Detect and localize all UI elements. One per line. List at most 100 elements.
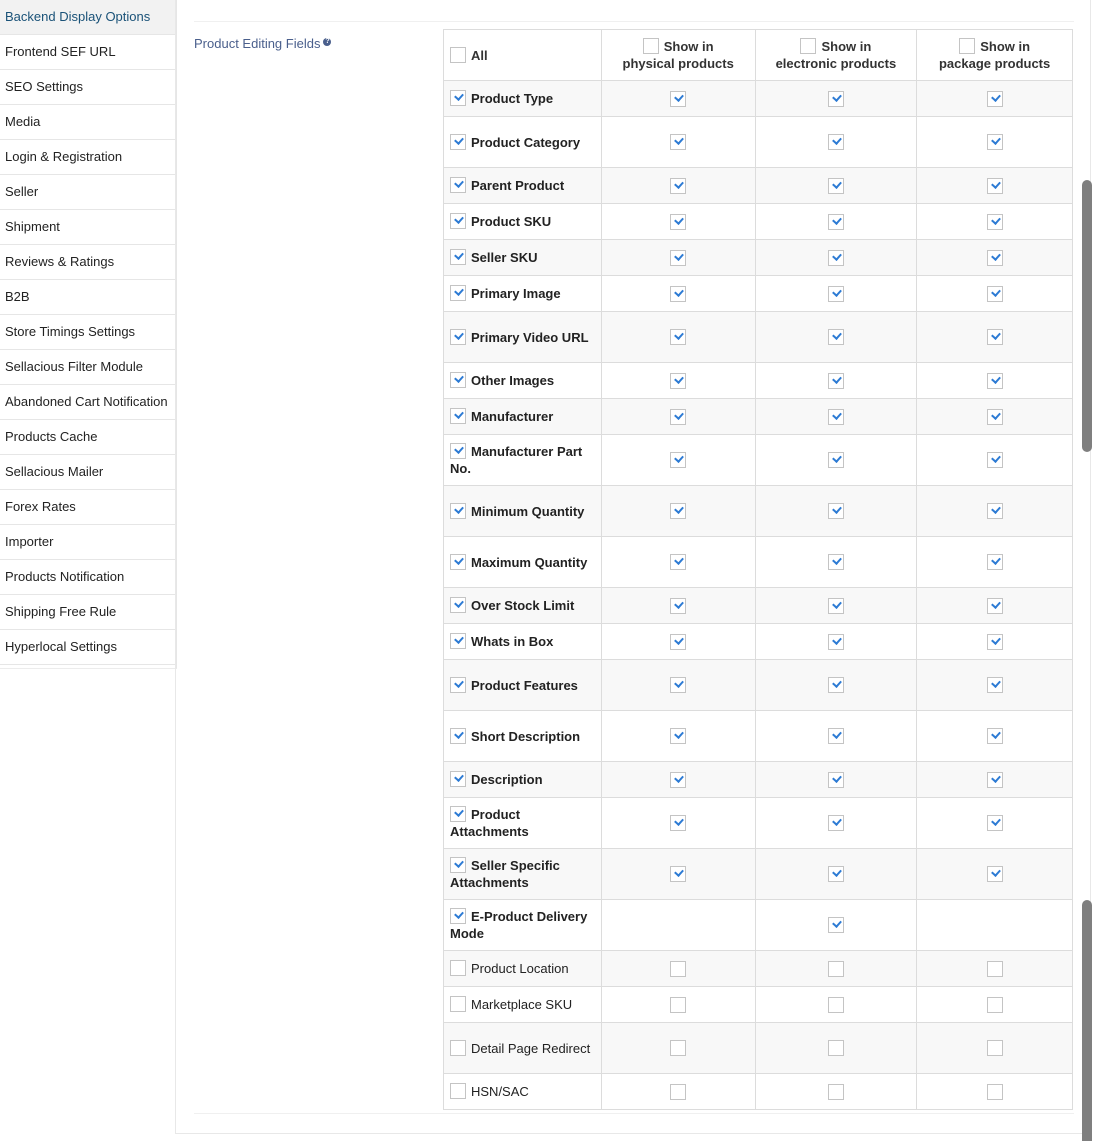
physical-checkbox[interactable] xyxy=(670,452,687,468)
physical-checkbox[interactable] xyxy=(670,213,687,230)
physical-checkbox[interactable] xyxy=(670,372,687,389)
sidebar-item[interactable]: Shipment xyxy=(0,210,177,245)
field-enable-checkbox[interactable] xyxy=(450,1083,466,1099)
field-enable-checkbox[interactable] xyxy=(450,771,466,787)
package-all-checkbox[interactable] xyxy=(959,38,976,54)
field-enable-checkbox[interactable] xyxy=(450,1039,466,1056)
sidebar-item[interactable]: Reviews & Ratings xyxy=(0,245,177,280)
electronic-checkbox[interactable] xyxy=(827,866,844,882)
physical-checkbox[interactable] xyxy=(670,503,687,519)
field-enable-checkbox[interactable] xyxy=(450,285,466,301)
sidebar-item[interactable]: Forex Rates xyxy=(0,490,177,525)
electronic-checkbox[interactable] xyxy=(827,960,844,977)
select-all-checkbox[interactable] xyxy=(450,46,466,63)
physical-checkbox[interactable] xyxy=(670,285,687,302)
package-checkbox[interactable] xyxy=(986,1040,1003,1056)
package-checkbox[interactable] xyxy=(986,408,1003,425)
package-checkbox[interactable] xyxy=(986,213,1003,230)
package-checkbox[interactable] xyxy=(986,452,1003,468)
package-checkbox[interactable] xyxy=(986,633,1003,650)
electronic-checkbox[interactable] xyxy=(827,554,844,570)
package-checkbox[interactable] xyxy=(986,996,1003,1013)
electronic-checkbox[interactable] xyxy=(827,771,844,788)
sidebar-item[interactable]: SEO Settings xyxy=(0,70,177,105)
electronic-checkbox[interactable] xyxy=(827,249,844,266)
electronic-checkbox[interactable] xyxy=(827,815,844,831)
physical-checkbox[interactable] xyxy=(670,177,687,194)
field-enable-checkbox[interactable] xyxy=(450,328,466,345)
physical-checkbox[interactable] xyxy=(670,1040,687,1056)
electronic-checkbox[interactable] xyxy=(827,677,844,693)
field-enable-checkbox[interactable] xyxy=(450,372,466,388)
physical-all-checkbox[interactable] xyxy=(642,38,659,54)
electronic-checkbox[interactable] xyxy=(827,633,844,650)
physical-checkbox[interactable] xyxy=(670,677,687,693)
electronic-checkbox[interactable] xyxy=(827,134,844,150)
package-checkbox[interactable] xyxy=(986,177,1003,194)
electronic-checkbox[interactable] xyxy=(827,90,844,107)
field-enable-checkbox[interactable] xyxy=(450,553,466,570)
electronic-checkbox[interactable] xyxy=(827,1040,844,1056)
field-enable-checkbox[interactable] xyxy=(450,597,466,613)
package-checkbox[interactable] xyxy=(986,329,1003,345)
electronic-checkbox[interactable] xyxy=(827,1083,844,1100)
sidebar-item[interactable]: Products Cache xyxy=(0,420,177,455)
package-checkbox[interactable] xyxy=(986,597,1003,614)
physical-checkbox[interactable] xyxy=(670,329,687,345)
package-checkbox[interactable] xyxy=(986,771,1003,788)
sidebar-item[interactable]: Products Notification xyxy=(0,560,177,595)
electronic-checkbox[interactable] xyxy=(827,597,844,614)
field-enable-checkbox[interactable] xyxy=(450,90,466,106)
electronic-checkbox[interactable] xyxy=(827,285,844,302)
package-checkbox[interactable] xyxy=(986,372,1003,389)
sidebar-item[interactable]: Importer xyxy=(0,525,177,560)
electronic-checkbox[interactable] xyxy=(827,329,844,345)
package-checkbox[interactable] xyxy=(986,815,1003,831)
sidebar-item[interactable]: Sellacious Filter Module xyxy=(0,350,177,385)
field-enable-checkbox[interactable] xyxy=(450,908,466,924)
physical-checkbox[interactable] xyxy=(670,815,687,831)
physical-checkbox[interactable] xyxy=(670,866,687,882)
field-enable-checkbox[interactable] xyxy=(450,177,466,193)
sidebar-item[interactable]: Hyperlocal Settings xyxy=(0,630,177,665)
package-checkbox[interactable] xyxy=(986,677,1003,693)
physical-checkbox[interactable] xyxy=(670,633,687,650)
field-enable-checkbox[interactable] xyxy=(450,996,466,1012)
electronic-checkbox[interactable] xyxy=(827,996,844,1013)
electronic-checkbox[interactable] xyxy=(827,213,844,230)
package-checkbox[interactable] xyxy=(986,960,1003,977)
sidebar-item[interactable]: Seller xyxy=(0,175,177,210)
field-enable-checkbox[interactable] xyxy=(450,408,466,424)
field-enable-checkbox[interactable] xyxy=(450,443,466,459)
physical-checkbox[interactable] xyxy=(670,960,687,977)
electronic-checkbox[interactable] xyxy=(827,452,844,468)
scrollbar-thumb-page[interactable] xyxy=(1082,900,1092,1141)
electronic-checkbox[interactable] xyxy=(827,177,844,194)
physical-checkbox[interactable] xyxy=(670,90,687,107)
field-enable-checkbox[interactable] xyxy=(450,249,466,265)
physical-checkbox[interactable] xyxy=(670,249,687,266)
package-checkbox[interactable] xyxy=(986,90,1003,107)
package-checkbox[interactable] xyxy=(986,285,1003,302)
electronic-checkbox[interactable] xyxy=(827,728,844,744)
physical-checkbox[interactable] xyxy=(670,996,687,1013)
package-checkbox[interactable] xyxy=(986,249,1003,266)
physical-checkbox[interactable] xyxy=(670,771,687,788)
sidebar-item[interactable]: Store Timings Settings xyxy=(0,315,177,350)
electronic-all-checkbox[interactable] xyxy=(800,38,817,54)
field-enable-checkbox[interactable] xyxy=(450,133,466,150)
sidebar-item[interactable]: Login & Registration xyxy=(0,140,177,175)
sidebar-item[interactable]: B2B xyxy=(0,280,177,315)
sidebar-item[interactable]: Shipping Free Rule xyxy=(0,595,177,630)
field-enable-checkbox[interactable] xyxy=(450,727,466,744)
sidebar-item[interactable]: Backend Display Options xyxy=(0,0,177,35)
sidebar-item[interactable]: Media xyxy=(0,105,177,140)
sidebar-item[interactable]: Abandoned Cart Notification xyxy=(0,385,177,420)
physical-checkbox[interactable] xyxy=(670,1083,687,1100)
electronic-checkbox[interactable] xyxy=(827,917,844,933)
physical-checkbox[interactable] xyxy=(670,554,687,570)
electronic-checkbox[interactable] xyxy=(827,503,844,519)
scrollbar-thumb-inner[interactable] xyxy=(1082,180,1092,452)
package-checkbox[interactable] xyxy=(986,728,1003,744)
field-enable-checkbox[interactable] xyxy=(450,857,466,873)
